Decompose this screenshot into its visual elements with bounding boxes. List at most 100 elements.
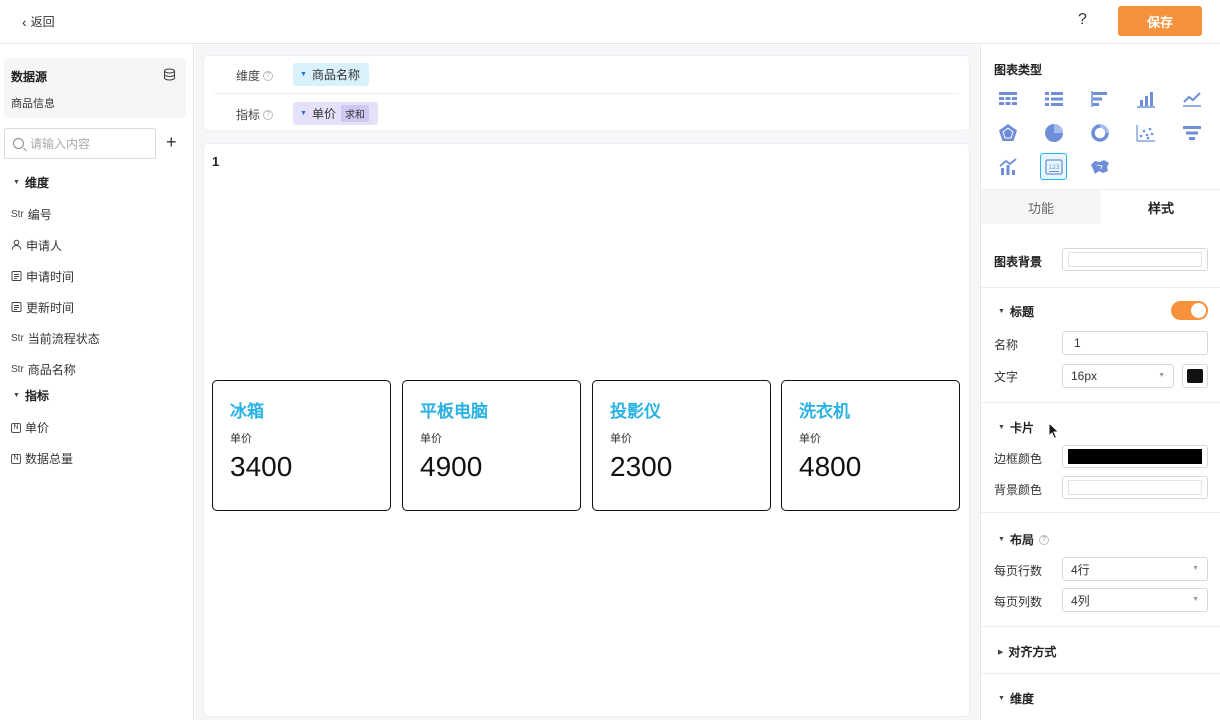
question-icon[interactable]: ? [263, 70, 273, 81]
save-button[interactable]: 保存 [1118, 6, 1202, 36]
field-search[interactable] [4, 128, 156, 159]
detail-table-icon[interactable] [1040, 85, 1067, 112]
scatter-icon[interactable] [1132, 119, 1159, 146]
question-icon[interactable]: ? [263, 109, 273, 120]
donut-chart-icon[interactable] [1086, 119, 1113, 146]
field-item[interactable]: Str 当前流程状态 [11, 330, 100, 347]
metric-pill[interactable]: ▼ 单价 求和 [293, 102, 378, 125]
horizontal-bar-icon[interactable] [1086, 85, 1113, 112]
card-name: 平板电脑 [420, 402, 488, 421]
indicator-card[interactable]: 冰箱 单价 3400 [212, 380, 391, 511]
card-bg-label: 背景颜色 [994, 483, 1043, 497]
divider [214, 93, 959, 94]
title-section-header[interactable]: ▼ 标题 [998, 303, 1034, 320]
card-name: 洗衣机 [799, 402, 850, 421]
search-icon [13, 138, 24, 149]
caret-down-icon: ▼ [998, 424, 1005, 431]
title-name-label: 名称 [994, 338, 1019, 352]
tab-function[interactable]: 功能 [981, 190, 1101, 224]
caret-down-icon: ▼ [998, 308, 1005, 315]
chart-bg-color-picker[interactable] [1062, 248, 1208, 271]
card-section-header[interactable]: ▼ 卡片 [998, 419, 1034, 436]
dimension-section-header[interactable]: ▼ 维度 [998, 690, 1034, 707]
calendar-icon [11, 301, 22, 315]
title-toggle[interactable] [1171, 301, 1208, 320]
caret-down-icon: ▼ [998, 536, 1005, 543]
caret-down-icon: ▼ [998, 695, 1005, 702]
card-value: 3400 [230, 451, 293, 482]
rows-select[interactable]: 4行 ▼ [1062, 557, 1208, 581]
back-button[interactable]: ‹ 返回 [22, 13, 55, 30]
str-tag-icon: Str [11, 364, 24, 375]
back-label: 返回 [30, 15, 55, 29]
aggregation-badge: 求和 [340, 105, 369, 122]
dimension-pill[interactable]: ▼ 商品名称 [293, 63, 369, 86]
color-swatch [1187, 369, 1203, 383]
dimension-row: 维度 ? ▼ 商品名称 [204, 59, 969, 89]
color-swatch [1068, 252, 1202, 267]
funnel-icon[interactable] [1178, 119, 1205, 146]
card-metric-label: 单价 [610, 433, 632, 445]
caret-right-icon: ▶ [998, 648, 1004, 656]
question-icon[interactable]: ? [1038, 534, 1049, 545]
divider [981, 626, 1220, 627]
field-item[interactable]: 申请时间 [11, 268, 74, 285]
field-item[interactable]: N 数据总量 [11, 450, 73, 467]
indicator-card[interactable]: 洗衣机 单价 4800 [781, 380, 960, 511]
card-border-label: 边框颜色 [994, 452, 1043, 466]
dimension-group-header[interactable]: ▼ 维度 [13, 174, 49, 191]
map-icon[interactable] [1086, 153, 1113, 180]
card-metric-label: 单价 [420, 433, 442, 445]
datasource-card[interactable]: 数据源 商品信息 [4, 58, 186, 118]
title-name-input[interactable]: 1 [1062, 331, 1208, 355]
calendar-icon [11, 270, 22, 284]
caret-down-icon: ▼ [300, 110, 307, 117]
align-section-header[interactable]: ▶ 对齐方式 [998, 643, 1056, 660]
metric-group-header[interactable]: ▼ 指标 [13, 387, 49, 404]
datasource-title: 数据源 [11, 70, 48, 84]
pie-chart-icon[interactable] [1040, 119, 1067, 146]
color-swatch [1068, 449, 1202, 464]
tab-style[interactable]: 样式 [1101, 190, 1220, 224]
card-metric-label: 单价 [799, 433, 821, 445]
card-name: 冰箱 [230, 402, 264, 421]
field-item[interactable]: Str 商品名称 [11, 361, 76, 378]
chevron-left-icon: ‹ [22, 13, 27, 30]
person-icon [11, 239, 22, 253]
field-config-panel: 维度 ? ▼ 商品名称 指标 ? ▼ 单价 求和 [203, 55, 970, 131]
divider [981, 287, 1220, 288]
chart-title: 1 [212, 154, 220, 169]
number-icon: N [11, 422, 21, 433]
caret-down-icon: ▼ [13, 392, 20, 399]
help-icon[interactable]: ? [1078, 11, 1087, 29]
field-item[interactable]: 更新时间 [11, 299, 74, 316]
add-field-button[interactable]: + [166, 133, 177, 151]
table-icon[interactable] [994, 85, 1021, 112]
search-input[interactable] [30, 136, 145, 151]
card-bg-color-picker[interactable] [1062, 476, 1208, 499]
cols-select[interactable]: 4列 ▼ [1062, 588, 1208, 612]
chart-type-title: 图表类型 [994, 63, 1043, 77]
field-item[interactable]: N 单价 [11, 419, 49, 436]
datasource-name: 商品信息 [11, 98, 55, 110]
svg-text:123: 123 [1048, 164, 1060, 171]
field-item[interactable]: Str 编号 [11, 206, 52, 223]
database-icon[interactable] [163, 68, 176, 84]
chart-canvas: 1 冰箱 单价 3400 平板电脑 单价 4900 投影仪 单价 2300 洗衣… [203, 143, 970, 717]
title-font-size-select[interactable]: 16px ▼ [1062, 364, 1174, 388]
radar-icon[interactable] [994, 119, 1021, 146]
card-border-color-picker[interactable] [1062, 445, 1208, 468]
layout-section-header[interactable]: ▼ 布局 ? [998, 531, 1049, 548]
field-item[interactable]: 申请人 [11, 237, 62, 254]
dimension-row-label: 维度 ? [236, 67, 273, 84]
divider [981, 673, 1220, 674]
indicator-card[interactable]: 投影仪 单价 2300 [592, 380, 771, 511]
title-color-picker[interactable] [1182, 364, 1208, 388]
top-bar: ‹ 返回 ? 保存 [0, 0, 1220, 44]
indicator-card[interactable]: 平板电脑 单价 4900 [402, 380, 581, 511]
toggle-knob [1191, 303, 1206, 318]
indicator-card-icon[interactable]: 123 [1040, 153, 1067, 180]
line-chart-icon[interactable] [1178, 85, 1205, 112]
combo-chart-icon[interactable] [994, 153, 1021, 180]
bar-chart-icon[interactable] [1132, 85, 1159, 112]
